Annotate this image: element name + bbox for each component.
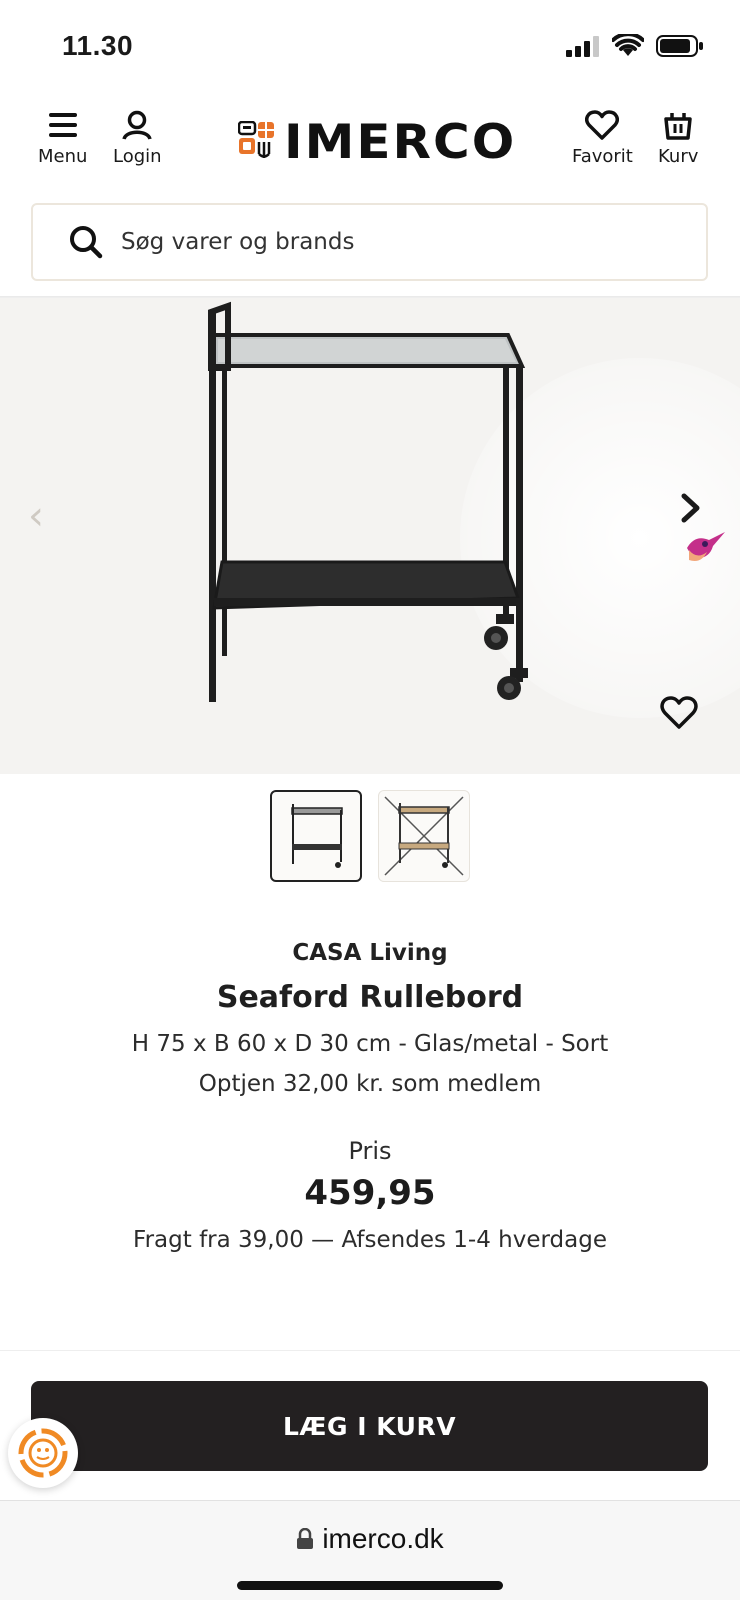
- browser-url-bar[interactable]: imerco.dk: [0, 1500, 740, 1600]
- user-icon: [122, 110, 152, 140]
- url-text: imerco.dk: [322, 1523, 444, 1554]
- product-price: 459,95: [304, 1173, 436, 1213]
- basket-icon: [664, 113, 692, 140]
- favorite-label: Favorit: [572, 146, 633, 167]
- previous-image-button[interactable]: ‹: [28, 493, 44, 539]
- heart-icon: [585, 110, 620, 140]
- shipping-info: Fragt fra 39,00 — Afsendes 1-4 hverdage: [133, 1227, 607, 1253]
- add-to-cart-button[interactable]: LÆG I KURV: [31, 1381, 708, 1471]
- cart-button[interactable]: Kurv: [658, 110, 698, 167]
- cart-label: Kurv: [658, 146, 699, 167]
- imerco-logo[interactable]: IMERCO: [238, 117, 516, 167]
- menu-label: Menu: [38, 146, 88, 167]
- site-header: Menu Login IMERCO Favorit Kurv: [0, 90, 740, 200]
- lock-icon: [297, 1527, 314, 1549]
- thumbnail-1[interactable]: [270, 790, 362, 882]
- thumbnail-2-image: [384, 796, 464, 876]
- thumbnail-1-image: [291, 804, 343, 868]
- thumbnail-strip: [270, 790, 470, 882]
- status-bar: 11.30: [0, 0, 740, 90]
- status-icons: [566, 34, 704, 58]
- wifi-icon: [612, 34, 644, 56]
- url-display[interactable]: imerco.dk: [0, 1523, 740, 1555]
- home-indicator: [237, 1581, 503, 1590]
- thumbnail-2[interactable]: [378, 790, 470, 882]
- product-brand[interactable]: CASA Living: [0, 940, 740, 966]
- search-placeholder: Søg varer og brands: [121, 229, 355, 255]
- price-label: Pris: [348, 1137, 392, 1165]
- product-title: Seaford Rullebord: [216, 980, 524, 1015]
- status-time: 11.30: [62, 30, 134, 61]
- battery-icon: [656, 35, 703, 57]
- add-to-favorites-icon[interactable]: [660, 696, 698, 730]
- member-earn-text: Optjen 32,00 kr. som medlem: [198, 1071, 542, 1097]
- next-image-button[interactable]: [680, 493, 702, 523]
- sticky-cart-bar: LÆG I KURV: [0, 1350, 740, 1500]
- trust-badge-icon: [18, 1428, 68, 1478]
- product-info: CASA Living Seaford Rullebord H 75 x B 6…: [0, 940, 740, 1253]
- hummingbird-icon[interactable]: [683, 528, 727, 568]
- logo-mark-icon: [238, 121, 274, 158]
- menu-button[interactable]: Menu: [38, 110, 87, 167]
- product-image-gallery[interactable]: ‹: [0, 298, 740, 774]
- hamburger-menu-icon: [48, 113, 77, 137]
- login-label: Login: [113, 146, 162, 167]
- product-description: H 75 x B 60 x D 30 cm - Glas/metal - Sor…: [131, 1031, 609, 1057]
- trust-badge-button[interactable]: [8, 1418, 78, 1488]
- search-input[interactable]: Søg varer og brands: [31, 203, 708, 281]
- favorite-button[interactable]: Favorit: [572, 110, 633, 167]
- logo-wordmark: IMERCO: [284, 114, 517, 170]
- cellular-signal-icon: [566, 36, 599, 57]
- login-button[interactable]: Login: [113, 110, 162, 167]
- product-image: [208, 301, 528, 702]
- search-icon: [70, 226, 103, 259]
